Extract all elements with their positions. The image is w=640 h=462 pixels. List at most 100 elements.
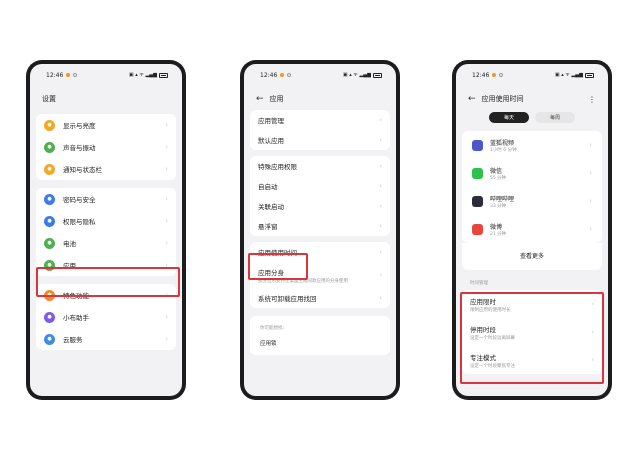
settings-item[interactable]: ● 小布助手 › — [36, 306, 176, 328]
apps-item[interactable]: 关联启动 › — [250, 196, 390, 216]
clock: 12:46 — [472, 71, 490, 79]
see-more-button[interactable]: 查看更多 — [462, 243, 602, 270]
apps-item[interactable]: 悬浮窗 › — [250, 216, 390, 236]
phone-apps: 12:46 ▣ ▴ ᯤ ▂▄▆ ← 应用 应用管理 › 默认应用 › 特殊应用权限 › 自启… — [240, 60, 400, 400]
settings-item-icon: ● — [44, 163, 55, 175]
chevron-right-icon: › — [379, 271, 382, 279]
settings-item-label: 显示与亮度 — [63, 122, 96, 130]
suggestion-app-lock[interactable]: 应用锁 — [250, 335, 390, 351]
settings-item-icon: ● — [44, 193, 55, 205]
app-icon — [472, 167, 483, 179]
row-uninstall-recover[interactable]: 系统可卸载应用找回 › — [250, 288, 390, 308]
chevron-right-icon: › — [379, 162, 382, 170]
chevron-right-icon: › — [165, 239, 168, 247]
apps-item-label: 关联启动 — [258, 203, 284, 211]
app-usage-list: 蓝狐视频 1小时 6 分钟 › 微信 55 分钟 › 哔哩哔哩 33 分钟 › 微博 21 分钟 › — [462, 131, 602, 243]
page-title: 应用 — [269, 95, 284, 103]
notification-icon — [73, 73, 78, 77]
highlight-box-apps — [36, 267, 180, 297]
settings-item[interactable]: ● 云服务 › — [36, 328, 176, 350]
chevron-right-icon: › — [165, 335, 168, 343]
apps-item-label: 特殊应用权限 — [258, 163, 297, 171]
settings-item[interactable]: ● 声音与振动 › — [36, 136, 176, 158]
settings-screen: 12:46 ▣ ▴ ᯤ ▂▄▆ 设置 ● 显示与亮度 › ● 声音与振动 › ● 通知与状态栏… — [30, 64, 182, 396]
chevron-right-icon: › — [165, 217, 168, 225]
clock: 12:46 — [260, 71, 278, 79]
chevron-right-icon: › — [589, 197, 592, 205]
period-tabs: 每天 每周 — [456, 112, 608, 123]
app-icon — [472, 223, 483, 235]
chevron-right-icon: › — [379, 202, 382, 210]
back-arrow-icon[interactable]: ← — [468, 94, 476, 104]
apps-group-permissions: 特殊应用权限 › 自启动 › 关联启动 › 悬浮窗 › — [250, 156, 390, 236]
settings-item-icon: ● — [44, 333, 55, 345]
chevron-right-icon: › — [165, 143, 168, 151]
app-usage-item[interactable]: 微信 55 分钟 › — [462, 159, 602, 187]
app-time: 21 分钟 — [490, 231, 507, 237]
apps-item[interactable]: 应用管理 › — [250, 110, 390, 130]
app-icon — [472, 195, 483, 207]
apps-item-label: 自启动 — [258, 183, 278, 191]
app-time: 33 分钟 — [490, 203, 507, 209]
apps-item[interactable]: 自启动 › — [250, 176, 390, 196]
tab-daily[interactable]: 每天 — [489, 112, 529, 123]
page-header: ← 应用使用时间 ⋮ — [456, 86, 608, 108]
settings-item-label: 电池 — [63, 240, 76, 248]
app-time: 1小时 6 分钟 — [490, 147, 517, 153]
chevron-right-icon: › — [379, 222, 382, 230]
more-menu-icon[interactable]: ⋮ — [588, 95, 596, 104]
notification-icon — [287, 73, 292, 77]
apps-item[interactable]: 默认应用 › — [250, 130, 390, 150]
battery-icon — [585, 72, 594, 78]
chevron-right-icon: › — [165, 121, 168, 129]
settings-item[interactable]: ● 权限与隐私 › — [36, 210, 176, 232]
suggestion-hint: 你可能想找: — [260, 326, 285, 331]
settings-group-display: ● 显示与亮度 › ● 声音与振动 › ● 通知与状态栏 › — [36, 114, 176, 180]
apps-item-label: 应用管理 — [258, 117, 284, 125]
suggestion-label: 应用锁 — [260, 341, 277, 347]
battery-icon — [159, 72, 168, 78]
apps-screen: 12:46 ▣ ▴ ᯤ ▂▄▆ ← 应用 应用管理 › 默认应用 › 特殊应用权限 › 自启… — [244, 64, 396, 396]
section-title: 时间管理 — [470, 281, 488, 286]
clock: 12:46 — [46, 71, 64, 79]
notification-icon — [499, 73, 504, 77]
app-usage-item[interactable]: 微博 21 分钟 › — [462, 215, 602, 243]
chevron-right-icon: › — [589, 225, 592, 233]
tab-weekly[interactable]: 每周 — [535, 112, 575, 123]
battery-icon — [373, 72, 382, 78]
settings-item[interactable]: ● 密码与安全 › — [36, 188, 176, 210]
settings-item-label: 声音与振动 — [63, 144, 96, 152]
settings-item-label: 权限与隐私 — [63, 218, 96, 226]
page-title: 应用使用时间 — [481, 95, 524, 103]
chevron-right-icon: › — [379, 182, 382, 190]
app-usage-item[interactable]: 蓝狐视频 1小时 6 分钟 › — [462, 131, 602, 159]
see-more-row: 查看更多 — [462, 243, 602, 270]
settings-item[interactable]: ● 显示与亮度 › — [36, 114, 176, 136]
chevron-right-icon: › — [379, 248, 382, 256]
signal-icon: ▣ ▴ ᯤ ▂▄▆ — [342, 72, 371, 78]
chevron-right-icon: › — [379, 116, 382, 124]
app-usage-item[interactable]: 哔哩哔哩 33 分钟 › — [462, 187, 602, 215]
phone-settings: 12:46 ▣ ▴ ᯤ ▂▄▆ 设置 ● 显示与亮度 › ● 声音与振动 › ● 通知与状态栏… — [26, 60, 186, 400]
highlight-box-time-management — [460, 292, 604, 384]
chevron-right-icon: › — [589, 169, 592, 177]
back-arrow-icon[interactable]: ← — [256, 94, 264, 104]
settings-item-icon: ● — [44, 119, 55, 131]
phone-usage-time: 12:46 ▣ ▴ ᯤ ▂▄▆ ← 应用使用时间 ⋮ 每天 每周 蓝狐视频 1小时 … — [452, 60, 612, 400]
chevron-right-icon: › — [379, 136, 382, 144]
status-bar: 12:46 ▣ ▴ ᯤ ▂▄▆ — [456, 64, 608, 86]
app-time: 55 分钟 — [490, 175, 507, 181]
settings-item[interactable]: ● 通知与状态栏 › — [36, 158, 176, 180]
settings-item-label: 密码与安全 — [63, 196, 96, 204]
apps-item[interactable]: 特殊应用权限 › — [250, 156, 390, 176]
app-usage-text: 微信 55 分钟 — [490, 166, 506, 181]
settings-item[interactable]: ● 电池 › — [36, 232, 176, 254]
settings-item-label: 云服务 — [63, 336, 83, 344]
signal-icon: ▣ ▴ ᯤ ▂▄▆ — [128, 72, 157, 78]
settings-item-label: 小布助手 — [63, 314, 89, 322]
status-bar: 12:46 ▣ ▴ ᯤ ▂▄▆ — [30, 64, 182, 86]
notification-icon — [280, 73, 285, 77]
notification-icon — [66, 73, 71, 77]
app-name: 哔哩哔哩 — [490, 195, 515, 203]
chevron-right-icon: › — [165, 313, 168, 321]
